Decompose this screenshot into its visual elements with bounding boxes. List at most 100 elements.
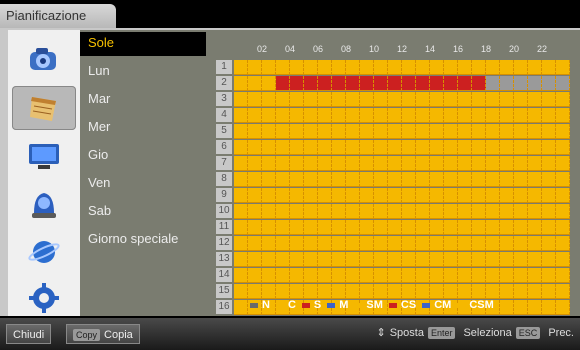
schedule-cell[interactable] <box>374 140 388 155</box>
schedule-cell[interactable] <box>472 204 486 219</box>
schedule-cell[interactable] <box>542 108 556 123</box>
schedule-cell[interactable] <box>374 92 388 107</box>
schedule-cell[interactable] <box>458 92 472 107</box>
schedule-cell[interactable] <box>486 156 500 171</box>
schedule-cell[interactable] <box>472 220 486 235</box>
schedule-cell[interactable] <box>290 92 304 107</box>
schedule-cell[interactable] <box>290 268 304 283</box>
schedule-cell[interactable] <box>528 140 542 155</box>
schedule-cell[interactable] <box>276 108 290 123</box>
schedule-cell[interactable] <box>542 60 556 75</box>
schedule-cell[interactable] <box>542 188 556 203</box>
schedule-cell[interactable] <box>276 236 290 251</box>
schedule-cell[interactable] <box>486 220 500 235</box>
schedule-cell[interactable] <box>248 124 262 139</box>
schedule-cell[interactable] <box>276 124 290 139</box>
schedule-cell[interactable] <box>374 220 388 235</box>
schedule-cell[interactable] <box>486 76 500 91</box>
schedule-cell[interactable] <box>234 236 248 251</box>
schedule-cell[interactable] <box>402 172 416 187</box>
schedule-cell[interactable] <box>388 108 402 123</box>
day-item-sab[interactable]: Sab <box>80 200 206 224</box>
schedule-cell[interactable] <box>388 204 402 219</box>
schedule-cell[interactable] <box>528 172 542 187</box>
schedule-cell[interactable] <box>332 204 346 219</box>
schedule-cell[interactable] <box>444 60 458 75</box>
schedule-cell[interactable] <box>234 156 248 171</box>
schedule-cell[interactable] <box>402 92 416 107</box>
schedule-cell[interactable] <box>360 252 374 267</box>
schedule-cell[interactable] <box>346 108 360 123</box>
schedule-cell[interactable] <box>360 220 374 235</box>
schedule-cell[interactable] <box>318 172 332 187</box>
schedule-cell[interactable] <box>248 188 262 203</box>
schedule-cell[interactable] <box>304 188 318 203</box>
schedule-cell[interactable] <box>346 284 360 299</box>
alarm-icon[interactable] <box>12 182 76 226</box>
schedule-cell[interactable] <box>416 108 430 123</box>
schedule-cell[interactable] <box>472 236 486 251</box>
close-button[interactable]: Chiudi <box>6 324 52 344</box>
schedule-cell[interactable] <box>556 60 570 75</box>
schedule-cell[interactable] <box>542 156 556 171</box>
schedule-cell[interactable] <box>514 284 528 299</box>
schedule-cell[interactable] <box>486 268 500 283</box>
schedule-cell[interactable] <box>388 156 402 171</box>
schedule-cell[interactable] <box>332 140 346 155</box>
schedule-cell[interactable] <box>276 76 290 91</box>
schedule-cell[interactable] <box>262 60 276 75</box>
schedule-cell[interactable] <box>262 268 276 283</box>
schedule-cell[interactable] <box>248 140 262 155</box>
schedule-cell[interactable] <box>248 156 262 171</box>
schedule-cell[interactable] <box>360 140 374 155</box>
schedule-cell[interactable] <box>374 172 388 187</box>
schedule-cell[interactable] <box>248 108 262 123</box>
schedule-cell[interactable] <box>500 268 514 283</box>
schedule-cell[interactable] <box>234 172 248 187</box>
schedule-cell[interactable] <box>374 236 388 251</box>
schedule-cell[interactable] <box>318 284 332 299</box>
schedule-cell[interactable] <box>388 124 402 139</box>
day-item-mer[interactable]: Mer <box>80 116 206 140</box>
schedule-cell[interactable] <box>262 220 276 235</box>
schedule-cell[interactable] <box>332 156 346 171</box>
schedule-cell[interactable] <box>388 236 402 251</box>
schedule-cell[interactable] <box>304 60 318 75</box>
schedule-cell[interactable] <box>430 284 444 299</box>
schedule-cell[interactable] <box>248 268 262 283</box>
schedule-cell[interactable] <box>360 108 374 123</box>
schedule-cell[interactable] <box>528 60 542 75</box>
schedule-cell[interactable] <box>556 124 570 139</box>
schedule-cell[interactable] <box>514 108 528 123</box>
day-item-ven[interactable]: Ven <box>80 172 206 196</box>
schedule-cell[interactable] <box>290 156 304 171</box>
schedule-cell[interactable] <box>514 236 528 251</box>
schedule-cell[interactable] <box>304 204 318 219</box>
schedule-cell[interactable] <box>402 76 416 91</box>
schedule-cell[interactable] <box>500 300 514 315</box>
schedule-cell[interactable] <box>248 220 262 235</box>
schedule-cell[interactable] <box>374 268 388 283</box>
schedule-cell[interactable] <box>248 60 262 75</box>
schedule-cell[interactable] <box>528 220 542 235</box>
schedule-cell[interactable] <box>402 108 416 123</box>
schedule-cell[interactable] <box>500 92 514 107</box>
schedule-cell[interactable] <box>262 156 276 171</box>
schedule-cell[interactable] <box>332 236 346 251</box>
schedule-cell[interactable] <box>542 236 556 251</box>
schedule-cell[interactable] <box>416 76 430 91</box>
schedule-cell[interactable] <box>388 92 402 107</box>
schedule-cell[interactable] <box>304 140 318 155</box>
schedule-cell[interactable] <box>444 252 458 267</box>
schedule-cell[interactable] <box>472 92 486 107</box>
schedule-cell[interactable] <box>528 236 542 251</box>
schedule-cell[interactable] <box>262 236 276 251</box>
schedule-cell[interactable] <box>500 204 514 219</box>
schedule-cell[interactable] <box>304 284 318 299</box>
schedule-cell[interactable] <box>556 268 570 283</box>
schedule-cell[interactable] <box>500 140 514 155</box>
schedule-cell[interactable] <box>318 252 332 267</box>
schedule-cell[interactable] <box>542 284 556 299</box>
schedule-cell[interactable] <box>332 188 346 203</box>
schedule-cell[interactable] <box>318 92 332 107</box>
